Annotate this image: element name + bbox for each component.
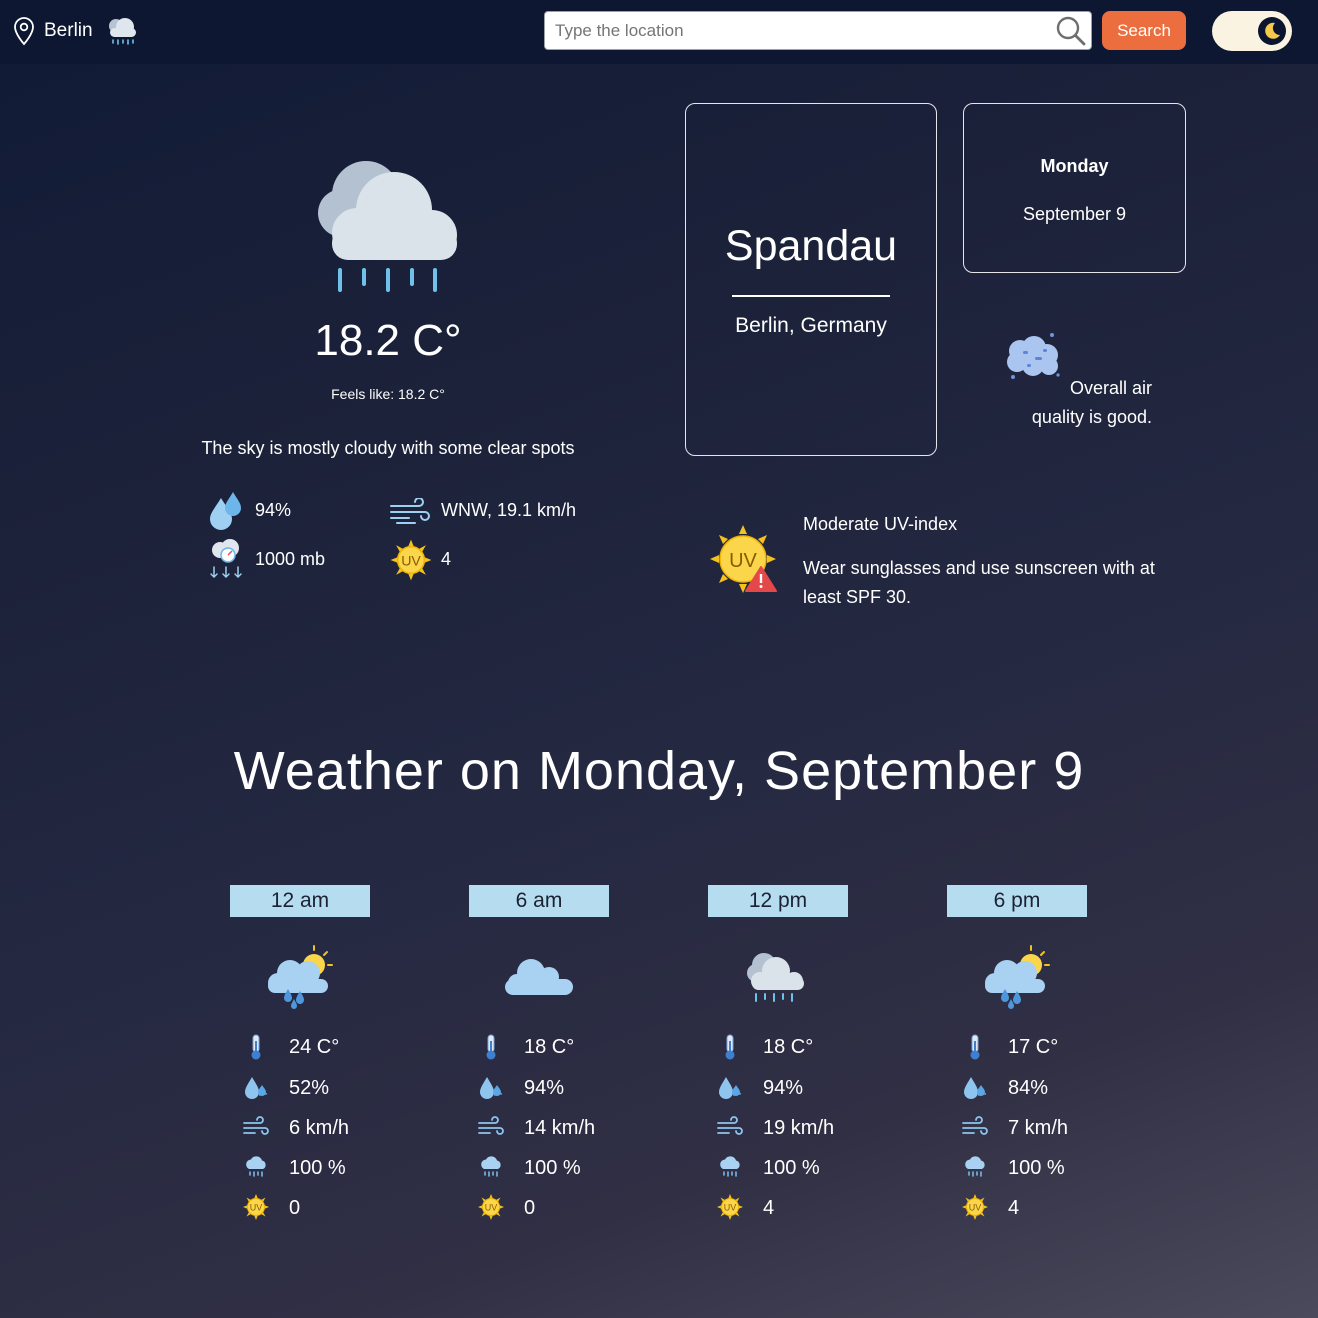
forecast-uv: 4 — [763, 1197, 775, 1219]
thermometer-icon — [251, 1034, 261, 1060]
forecast-wind: 7 km/h — [1008, 1117, 1069, 1139]
location-pin-icon — [14, 17, 34, 46]
search-icon[interactable] — [1055, 15, 1087, 47]
uv-title: Moderate UV-index — [803, 514, 958, 534]
wind-icon — [478, 1116, 504, 1135]
humidity-drops-icon — [210, 492, 241, 530]
forecast-time: 6 pm — [947, 885, 1087, 917]
date-day: Monday — [1040, 156, 1109, 176]
uv-advice: Wear sunglasses and use sunscreen with a… — [803, 558, 1155, 607]
forecast-precipitation: 100 % — [524, 1157, 581, 1179]
precipitation-icon — [719, 1155, 741, 1177]
wind-icon — [243, 1116, 269, 1135]
air-quality-line-1: Overall air — [1069, 378, 1152, 398]
uv-icon — [242, 1193, 270, 1221]
forecast-wind: 19 km/h — [763, 1117, 835, 1139]
forecast-uv: 4 — [1008, 1197, 1020, 1219]
search-button[interactable]: Search — [1102, 11, 1186, 50]
forecast-temp: 17 C° — [1008, 1036, 1059, 1058]
precipitation-icon — [964, 1155, 986, 1177]
humidity-value: 94% — [255, 500, 292, 520]
place-divider — [732, 295, 890, 297]
forecast-card: 6 pm 17 C° 84% 7 km/h 100 % 4 — [947, 885, 1127, 1230]
forecast-precipitation: 100 % — [1008, 1157, 1065, 1179]
toggle-knob — [1258, 17, 1286, 45]
thermometer-icon — [970, 1034, 980, 1060]
forecast-humidity: 94% — [763, 1077, 804, 1099]
place-card: Spandau Berlin, Germany — [685, 103, 937, 456]
forecast-wind: 14 km/h — [524, 1117, 596, 1139]
wind-value: WNW, 19.1 km/h — [441, 500, 577, 520]
forecast-card: 6 am 18 C° 94% 14 km/h 100 % 0 — [469, 885, 649, 1230]
thermometer-icon — [486, 1034, 496, 1060]
wind-icon — [962, 1116, 988, 1135]
place-name: Spandau — [724, 222, 898, 270]
place-region: Berlin, Germany — [735, 314, 887, 337]
humidity-icon — [479, 1076, 503, 1100]
sky-description: The sky is mostly cloudy with some clear… — [201, 438, 575, 458]
forecast-precipitation: 100 % — [763, 1157, 820, 1179]
forecast-precipitation: 100 % — [289, 1157, 346, 1179]
current-location-label: Berlin — [44, 20, 93, 41]
forecast-temp: 18 C° — [763, 1036, 814, 1058]
thermometer-icon — [725, 1034, 735, 1060]
humidity-icon — [718, 1076, 742, 1100]
date-card: Monday September 9 — [963, 103, 1186, 273]
humidity-icon — [244, 1076, 268, 1100]
svg-text:UV: UV — [729, 550, 757, 572]
forecast-card: 12 pm 18 C° 94% 19 km/h 100 % 4 — [708, 885, 888, 1230]
uv-warning-icon: UV — [710, 525, 777, 593]
top-bar: Berlin Search — [0, 0, 1318, 64]
wind-icon — [717, 1116, 743, 1135]
forecast-time: 12 pm — [708, 885, 848, 917]
forecast-humidity: 84% — [1008, 1077, 1049, 1099]
air-quality-text: Overall air quality is good. — [1000, 374, 1160, 432]
precipitation-icon — [480, 1155, 502, 1177]
rain-sun-icon — [985, 945, 1050, 1009]
uv-icon — [389, 538, 433, 582]
forecast-humidity: 52% — [289, 1077, 330, 1099]
pressure-icon — [210, 539, 242, 579]
forecast-title: Weather on Monday, September 9 — [233, 741, 1085, 801]
forecast-temp: 18 C° — [524, 1036, 575, 1058]
forecast-uv: 0 — [524, 1197, 536, 1219]
precipitation-icon — [245, 1155, 267, 1177]
search-input[interactable] — [545, 12, 1045, 49]
cloud-rain-icon — [747, 953, 804, 1002]
forecast-uv: 0 — [289, 1197, 301, 1219]
forecast-humidity: 94% — [524, 1077, 565, 1099]
forecast-time: 12 am — [230, 885, 370, 917]
cloud-rain-icon — [318, 161, 457, 292]
uv-icon — [716, 1193, 744, 1221]
cloud-icon — [505, 959, 573, 995]
rain-sun-icon — [268, 945, 333, 1009]
theme-toggle[interactable] — [1212, 11, 1292, 51]
forecast-card: 12 am 24 C° 52% 6 km/h 100 % 0 — [230, 885, 410, 1230]
uv-icon — [477, 1193, 505, 1221]
wind-icon — [390, 498, 430, 524]
uv-value: 4 — [441, 549, 452, 569]
forecast-wind: 6 km/h — [289, 1117, 350, 1139]
humidity-icon — [963, 1076, 987, 1100]
moon-icon — [1265, 22, 1280, 39]
search-box — [544, 11, 1092, 50]
uv-icon — [961, 1193, 989, 1221]
feels-like: Feels like: 18.2 C° — [331, 386, 445, 402]
cloud-rain-icon — [109, 18, 136, 45]
pressure-value: 1000 mb — [255, 549, 326, 569]
date-date: September 9 — [1022, 204, 1127, 224]
air-quality-line-2: quality is good. — [1031, 407, 1152, 427]
forecast-time: 6 am — [469, 885, 609, 917]
forecast-temp: 24 C° — [289, 1036, 340, 1058]
current-temperature: 18.2 C° — [314, 316, 462, 365]
